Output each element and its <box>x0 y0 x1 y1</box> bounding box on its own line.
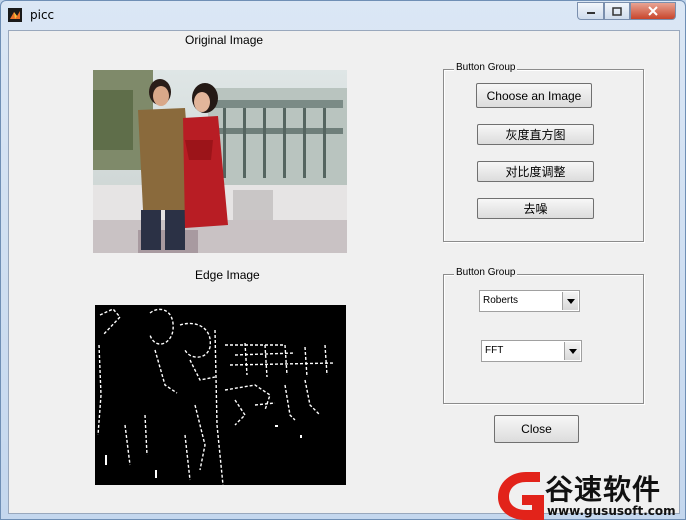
watermark-text: 谷速软件 <box>545 473 662 506</box>
close-button[interactable]: Close <box>494 415 579 443</box>
maximize-button[interactable] <box>604 2 630 20</box>
chevron-down-icon[interactable] <box>562 292 578 310</box>
contrast-adjust-button[interactable]: 对比度调整 <box>477 161 594 182</box>
grayscale-histogram-button[interactable]: 灰度直方图 <box>477 124 594 145</box>
close-window-button[interactable] <box>630 2 676 20</box>
transform-value: FFT <box>485 345 504 356</box>
watermark-url: www.gususoft.com <box>547 504 676 518</box>
matlab-icon <box>8 8 22 22</box>
edge-image-axes <box>95 305 346 485</box>
minimize-icon <box>586 12 595 14</box>
choose-image-button[interactable]: Choose an Image <box>476 83 592 108</box>
edge-method-value: Roberts <box>483 295 519 306</box>
title-bar: picc <box>1 1 685 29</box>
denoise-button[interactable]: 去噪 <box>477 198 594 219</box>
edge-image-label: Edge Image <box>195 268 260 282</box>
original-photo <box>93 70 347 253</box>
original-image-label: Original Image <box>185 33 264 47</box>
transform-select[interactable]: FFT <box>481 340 582 362</box>
original-image-axes <box>93 70 347 253</box>
button-group-1-title: Button Group <box>454 62 518 73</box>
edge-image <box>97 308 336 485</box>
window-title: picc <box>30 8 55 22</box>
edge-method-select[interactable]: Roberts <box>479 290 580 312</box>
chevron-down-icon[interactable] <box>564 342 580 360</box>
close-icon <box>648 6 658 16</box>
button-group-2-title: Button Group <box>454 267 518 278</box>
maximize-icon <box>612 6 622 16</box>
minimize-button[interactable] <box>577 2 604 20</box>
